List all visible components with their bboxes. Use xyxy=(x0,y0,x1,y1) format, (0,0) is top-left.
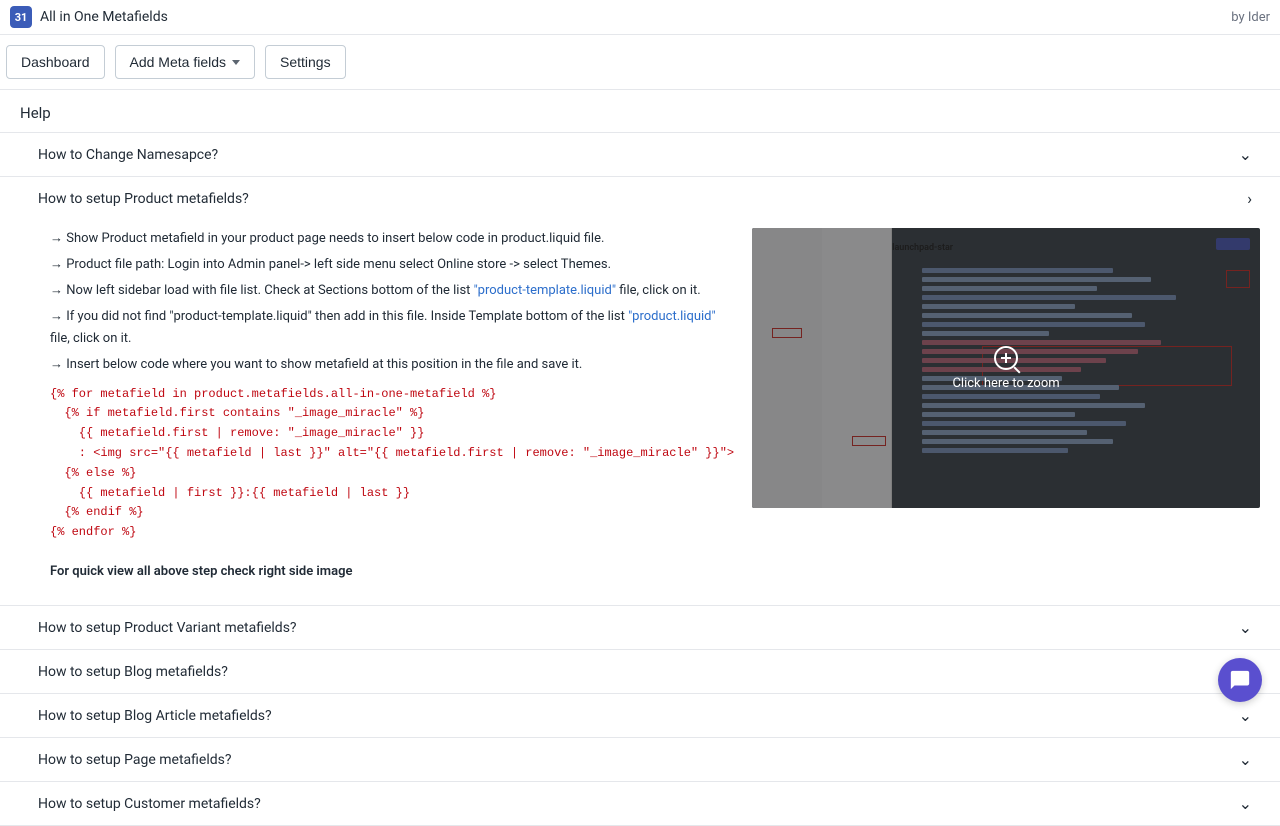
toolbar: Dashboard Add Meta fields Settings xyxy=(0,35,1280,90)
step-text: file, click on it. xyxy=(616,283,701,298)
accordion-header-customer[interactable]: How to setup Customer metafields? ⌄ xyxy=(0,782,1280,825)
add-meta-label: Add Meta fields xyxy=(130,54,227,70)
step-text: Product file path: Login into Admin pane… xyxy=(66,257,611,272)
chevron-right-icon: › xyxy=(1247,189,1252,208)
arrow-icon: → xyxy=(50,257,63,272)
byline: by Ider xyxy=(1231,10,1270,25)
accordion-header-namespace[interactable]: How to Change Namesapce? ⌄ xyxy=(0,133,1280,176)
arrow-icon: → xyxy=(50,231,63,246)
accordion-item: How to setup Blog Article metafields? ⌄ xyxy=(0,694,1280,738)
accordion-item: How to setup Customer metafields? ⌄ xyxy=(0,782,1280,826)
accordion-item: How to setup Page metafields? ⌄ xyxy=(0,738,1280,782)
accordion-header-variant[interactable]: How to setup Product Variant metafields?… xyxy=(0,606,1280,649)
accordion-item: How to Change Namesapce? ⌄ xyxy=(0,133,1280,177)
dashboard-button[interactable]: Dashboard xyxy=(6,45,105,79)
accordion-header-product[interactable]: How to setup Product metafields? › xyxy=(0,177,1280,220)
chevron-down-icon: ⌄ xyxy=(1239,706,1252,725)
step-text: Show Product metafield in your product p… xyxy=(66,231,604,246)
quick-note: For quick view all above step check righ… xyxy=(50,561,734,583)
accordion-title: How to setup Blog metafields? xyxy=(38,664,228,680)
chevron-down-icon: ⌄ xyxy=(1239,794,1252,813)
settings-button[interactable]: Settings xyxy=(265,45,346,79)
accordion-header-blog-article[interactable]: How to setup Blog Article metafields? ⌄ xyxy=(0,694,1280,737)
chat-icon xyxy=(1229,669,1251,691)
accordion-body: → Show Product metafield in your product… xyxy=(0,220,1280,605)
accordion-item: How to setup Product Variant metafields?… xyxy=(0,606,1280,650)
accordion-title: How to setup Product metafields? xyxy=(38,191,249,207)
accordion: How to Change Namesapce? ⌄ How to setup … xyxy=(0,132,1280,826)
zoom-icon xyxy=(994,346,1018,370)
step-text: Now left sidebar load with file list. Ch… xyxy=(66,283,473,298)
code-snippet: {% for metafield in product.metafields.a… xyxy=(50,385,734,543)
step-text: file, click on it. xyxy=(50,331,131,346)
step-text: Insert below code where you want to show… xyxy=(66,357,582,372)
add-meta-fields-button[interactable]: Add Meta fields xyxy=(115,45,256,79)
filename-link[interactable]: "product-template.liquid" xyxy=(474,283,616,298)
chevron-down-icon: ⌄ xyxy=(1239,750,1252,769)
accordion-title: How to setup Customer metafields? xyxy=(38,796,261,812)
arrow-icon: → xyxy=(50,283,63,298)
chevron-down-icon: ⌄ xyxy=(1239,618,1252,637)
arrow-icon: → xyxy=(50,309,63,324)
accordion-item: How to setup Blog metafields? ⌄ xyxy=(0,650,1280,694)
app-title: All in One Metafields xyxy=(40,9,168,25)
instructions: → Show Product metafield in your product… xyxy=(50,228,734,587)
accordion-header-page[interactable]: How to setup Page metafields? ⌄ xyxy=(0,738,1280,781)
chevron-down-icon xyxy=(232,60,240,65)
page-title: Help xyxy=(0,90,1280,132)
filename-link[interactable]: "product.liquid" xyxy=(628,309,716,324)
accordion-title: How to setup Page metafields? xyxy=(38,752,232,768)
accordion-title: How to setup Product Variant metafields? xyxy=(38,620,297,636)
accordion-title: How to Change Namesapce? xyxy=(38,147,218,163)
accordion-title: How to setup Blog Article metafields? xyxy=(38,708,272,724)
app-icon: 31 xyxy=(10,6,32,28)
zoom-label: Click here to zoom xyxy=(952,376,1059,391)
dashboard-label: Dashboard xyxy=(21,54,90,70)
chat-bubble-button[interactable] xyxy=(1218,658,1262,702)
accordion-header-blog[interactable]: How to setup Blog metafields? ⌄ xyxy=(0,650,1280,693)
accordion-item: How to setup Product metafields? › → Sho… xyxy=(0,177,1280,606)
chevron-down-icon: ⌄ xyxy=(1239,145,1252,164)
arrow-icon: → xyxy=(50,357,63,372)
topbar: 31 All in One Metafields by Ider xyxy=(0,0,1280,35)
settings-label: Settings xyxy=(280,54,331,70)
step-text: If you did not find "product-template.li… xyxy=(66,309,628,324)
screenshot-preview[interactable]: launchpad-star xyxy=(752,228,1260,508)
